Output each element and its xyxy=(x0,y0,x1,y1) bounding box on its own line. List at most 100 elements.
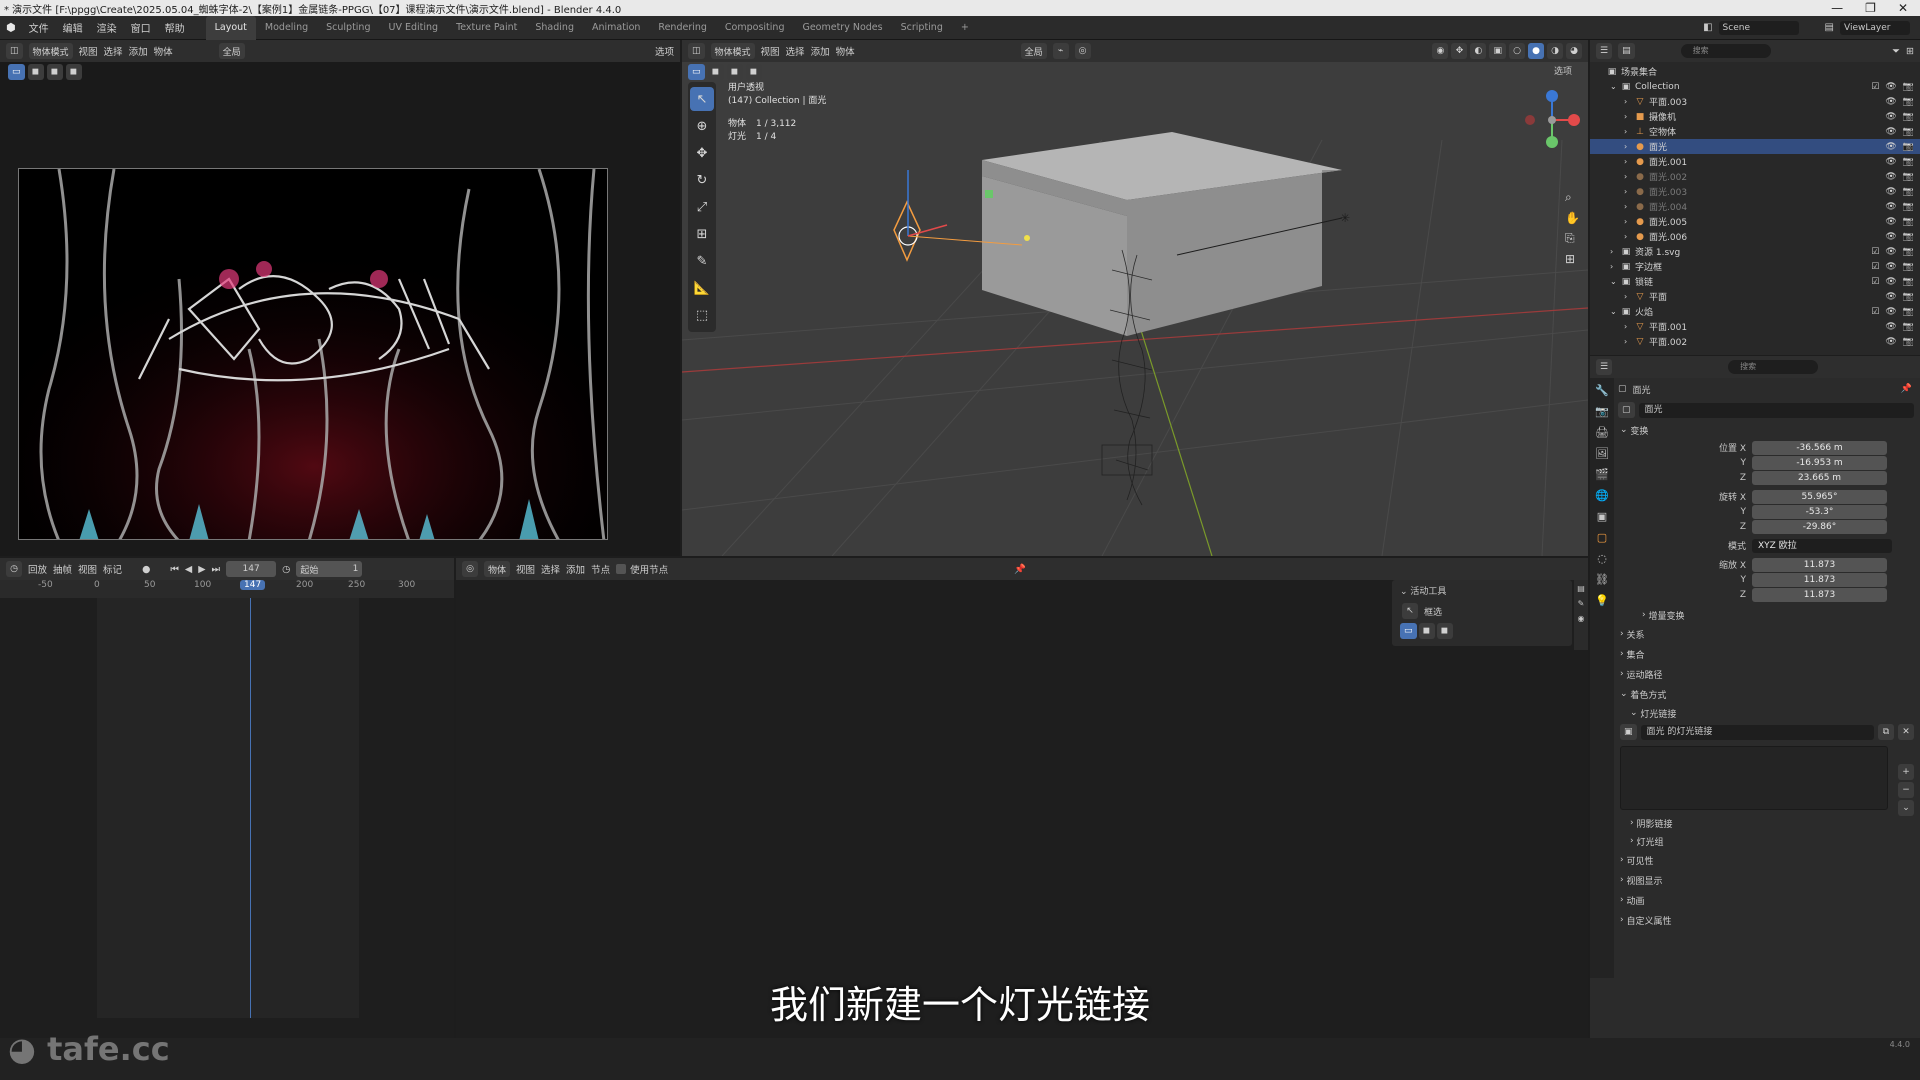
relations-section[interactable]: › 关系 xyxy=(1618,624,1918,644)
select-extend-icon[interactable]: ◼ xyxy=(46,64,63,80)
viewport-display-section[interactable]: › 视图显示 xyxy=(1618,870,1918,890)
scale-x-field[interactable]: 11.873 xyxy=(1752,557,1887,572)
editor-type-icon[interactable]: ☰ xyxy=(1596,43,1613,59)
viewlayer-selector[interactable]: ViewLayer xyxy=(1840,20,1910,35)
add-item-icon[interactable]: + xyxy=(1898,764,1914,780)
new-collection-icon[interactable]: ⊞ xyxy=(1906,46,1914,57)
expand-toggle-icon[interactable]: › xyxy=(1624,172,1634,181)
pin-icon[interactable]: 📌 xyxy=(1901,384,1912,394)
outliner-item[interactable]: › ▣ 资源 1.svg ☑ 👁 📷 xyxy=(1590,244,1920,259)
duplicate-icon[interactable]: ⧉ xyxy=(1878,724,1894,740)
exclude-checkbox-icon[interactable]: ☑ xyxy=(1871,247,1879,257)
blender-logo-icon[interactable]: ⬢ xyxy=(0,21,22,34)
outliner-item[interactable]: ⌄ ▣ 锁链 ☑ 👁 📷 xyxy=(1590,274,1920,289)
expand-toggle-icon[interactable]: › xyxy=(1610,262,1620,271)
select-menu[interactable]: 选择 xyxy=(541,562,560,576)
zoom-icon[interactable]: ⌕ xyxy=(1565,190,1580,205)
unlink-icon[interactable]: ✕ xyxy=(1898,724,1914,740)
record-icon[interactable]: ● xyxy=(142,564,150,575)
expand-toggle-icon[interactable]: ⌄ xyxy=(1610,307,1620,316)
render-camera-icon[interactable]: 📷 xyxy=(1903,307,1914,317)
visibility-eye-icon[interactable]: 👁 xyxy=(1885,322,1896,332)
playhead-line[interactable] xyxy=(250,598,251,1018)
render-camera-icon[interactable]: 📷 xyxy=(1903,217,1914,227)
visibility-eye-icon[interactable]: 👁 xyxy=(1885,262,1896,272)
visibility-eye-icon[interactable]: 👁 xyxy=(1885,97,1896,107)
visibility-eye-icon[interactable]: 👁 xyxy=(1885,337,1896,347)
render-camera-icon[interactable]: 📷 xyxy=(1903,247,1914,257)
mode-selector[interactable]: 物体模式 xyxy=(28,43,73,59)
play-icon[interactable]: ▶ xyxy=(198,564,205,575)
current-frame-field[interactable]: 147 xyxy=(226,561,277,577)
view-menu[interactable]: 视图 xyxy=(79,44,98,58)
scale-y-field[interactable]: 11.873 xyxy=(1752,572,1887,587)
visibility-eye-icon[interactable]: 👁 xyxy=(1885,232,1896,242)
jump-end-icon[interactable]: ⏭ xyxy=(212,564,221,575)
expand-toggle-icon[interactable]: ⌄ xyxy=(1610,277,1620,286)
scale-z-field[interactable]: 11.873 xyxy=(1752,587,1887,602)
location-y-field[interactable]: -16.953 m xyxy=(1752,455,1887,470)
outliner-item[interactable]: › ▣ 字边框 ☑ 👁 📷 xyxy=(1590,259,1920,274)
light-group-section[interactable]: › 灯光组 xyxy=(1618,832,1918,850)
light-link-list[interactable] xyxy=(1620,746,1888,810)
editor-type-icon[interactable]: ☰ xyxy=(1596,359,1613,375)
rotate-icon[interactable]: ↻ xyxy=(690,168,714,192)
render-camera-icon[interactable]: 📷 xyxy=(1903,172,1914,182)
visibility-section[interactable]: › 可见性 xyxy=(1618,850,1918,870)
tab-tool[interactable]: ✎ xyxy=(1578,599,1585,608)
menu-help[interactable]: 帮助 xyxy=(158,20,192,35)
outliner-item[interactable]: › ⊥ 空物体 👁 📷 xyxy=(1590,124,1920,139)
render-camera-icon[interactable]: 📷 xyxy=(1903,232,1914,242)
menu-edit[interactable]: 编辑 xyxy=(56,20,90,35)
measure-icon[interactable]: 📐 xyxy=(690,276,714,300)
visibility-eye-icon[interactable]: 👁 xyxy=(1885,277,1896,287)
mode-new-icon[interactable]: ▭ xyxy=(1400,623,1417,639)
outliner-item[interactable]: › ● 面光.003 👁 📷 xyxy=(1590,184,1920,199)
expand-toggle-icon[interactable]: › xyxy=(1624,232,1634,241)
outliner-item[interactable]: › ● 面光.005 👁 📷 xyxy=(1590,214,1920,229)
visibility-eye-icon[interactable]: 👁 xyxy=(1885,172,1896,182)
visibility-eye-icon[interactable]: 👁 xyxy=(1885,157,1896,167)
marker-menu[interactable]: 标记 xyxy=(103,562,122,576)
view-menu[interactable]: 视图 xyxy=(78,562,97,576)
use-nodes-checkbox[interactable]: 使用节点 xyxy=(616,562,668,576)
render-camera-icon[interactable]: 📷 xyxy=(1903,142,1914,152)
motion-paths-section[interactable]: › 运动路径 xyxy=(1618,664,1918,684)
expand-toggle-icon[interactable]: › xyxy=(1624,112,1634,121)
constraints-tab-icon[interactable]: ⛓ xyxy=(1595,573,1609,586)
expand-toggle-icon[interactable]: › xyxy=(1624,142,1634,151)
visibility-eye-icon[interactable]: 👁 xyxy=(1885,82,1896,92)
object-name-field[interactable]: 面光 xyxy=(1638,402,1914,418)
play-back-icon[interactable]: ◀ xyxy=(185,564,192,575)
active-tool-header[interactable]: ⌄ 活动工具 xyxy=(1392,580,1572,601)
collection-type-icon[interactable]: ▣ xyxy=(1620,724,1637,740)
outliner-item[interactable]: ⌄ ▣ 火焰 ☑ 👁 📷 xyxy=(1590,304,1920,319)
view-menu[interactable]: 视图 xyxy=(516,562,535,576)
tab-texture-paint[interactable]: Texture Paint xyxy=(447,16,526,40)
annotate-icon[interactable]: ✎ xyxy=(690,249,714,273)
object-type-icon[interactable]: ▢ xyxy=(1618,402,1635,418)
tab-uv-editing[interactable]: UV Editing xyxy=(380,16,448,40)
expand-toggle-icon[interactable]: › xyxy=(1624,127,1634,136)
scale-icon[interactable]: ⤢ xyxy=(690,195,714,219)
visibility-eye-icon[interactable]: 👁 xyxy=(1885,127,1896,137)
visibility-eye-icon[interactable]: 👁 xyxy=(1885,217,1896,227)
exclude-checkbox-icon[interactable]: ☑ xyxy=(1871,307,1879,317)
expand-toggle-icon[interactable]: › xyxy=(1610,247,1620,256)
tab-rendering[interactable]: Rendering xyxy=(649,16,716,40)
node-menu[interactable]: 节点 xyxy=(591,562,610,576)
keying-menu[interactable]: 抽帧 xyxy=(53,562,72,576)
visibility-eye-icon[interactable]: 👁 xyxy=(1885,112,1896,122)
expand-toggle-icon[interactable]: › xyxy=(1624,292,1634,301)
tab-animation[interactable]: Animation xyxy=(583,16,649,40)
delta-transform-section[interactable]: › 增量变换 xyxy=(1618,606,1918,624)
mode-subtract-icon[interactable]: ◼ xyxy=(1436,623,1453,639)
render-camera-icon[interactable]: 📷 xyxy=(1903,97,1914,107)
visibility-eye-icon[interactable]: 👁 xyxy=(1885,142,1896,152)
tool-tab-icon[interactable]: 🔧 xyxy=(1595,384,1609,397)
pin-icon[interactable]: 📌 xyxy=(1014,564,1026,575)
world-tab-icon[interactable]: 🌐 xyxy=(1595,489,1609,502)
select-new-icon[interactable]: ◼ xyxy=(27,64,44,80)
render-camera-icon[interactable]: 📷 xyxy=(1903,202,1914,212)
remove-item-icon[interactable]: − xyxy=(1898,782,1914,798)
